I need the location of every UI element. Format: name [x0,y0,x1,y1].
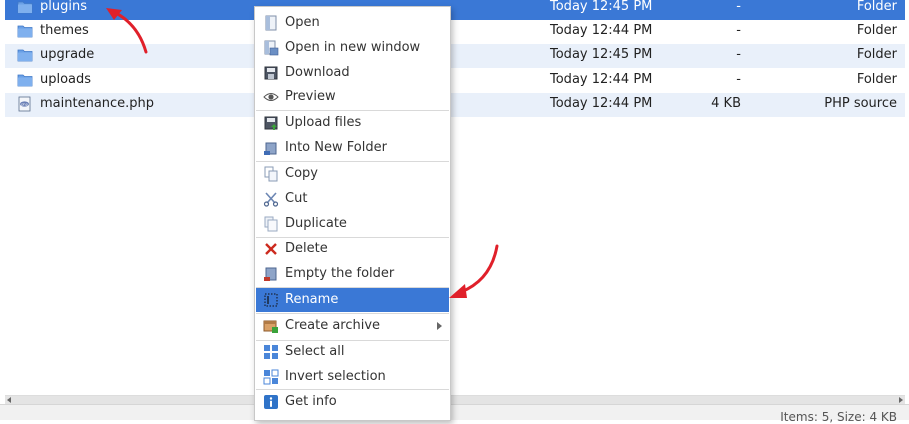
annotation-arrow-rename [449,244,499,298]
scroll-left-icon[interactable] [7,397,11,403]
file-row-maintenance-php[interactable]: php maintenance.php Today 12:44 PM 4 KB … [5,93,905,117]
rename-icon [264,293,278,307]
svg-text:php: php [21,102,27,106]
open-icon [265,15,277,31]
menu-item-label: Get info [285,394,337,409]
file-date: Today 12:44 PM [550,23,653,38]
menu-item-label: Rename [285,292,339,307]
file-size: - [736,0,741,14]
file-kind: Folder [856,72,897,87]
menu-item-cut[interactable]: Cut [256,187,449,211]
file-list: plugins Today 12:45 PM - Folder themes T… [5,0,905,117]
menu-item-into-new-folder[interactable]: Into New Folder [256,136,449,160]
upload-icon [264,116,278,130]
menu-item-select-all[interactable]: Select all [256,340,449,364]
folder-icon [17,25,33,38]
cut-icon [263,192,279,207]
menu-item-label: Preview [285,89,336,104]
menu-item-duplicate[interactable]: Duplicate [256,212,449,236]
menu-item-rename[interactable]: Rename [256,288,449,312]
file-size: - [736,23,741,38]
menu-item-copy[interactable]: Copy [256,162,449,186]
menu-item-download[interactable]: Download [256,61,449,85]
file-date: Today 12:44 PM [550,72,653,87]
menu-item-upload-files[interactable]: Upload files [256,111,449,135]
delete-icon [265,243,277,255]
file-name: upgrade [40,47,95,62]
menu-item-label: Upload files [285,115,362,130]
duplicate-icon [264,216,278,232]
archive-icon [263,320,278,333]
file-name: plugins [40,0,87,14]
into-new-folder-icon [264,142,277,155]
folder-icon [17,74,33,87]
menu-item-create-archive[interactable]: Create archive [256,314,449,338]
menu-item-label: Open [285,15,320,30]
file-row-themes[interactable]: themes Today 12:44 PM - Folder [5,20,905,44]
file-kind: Folder [856,23,897,38]
menu-item-label: Empty the folder [285,266,395,281]
preview-eye-icon [263,93,279,101]
file-row-upgrade[interactable]: upgrade Today 12:45 PM - Folder [5,44,905,68]
file-name: uploads [40,72,92,87]
menu-item-label: Delete [285,241,328,256]
menu-item-open[interactable]: Open [256,11,449,35]
menu-item-label: Copy [285,166,318,181]
menu-item-invert-selection[interactable]: Invert selection [256,365,449,389]
file-date: Today 12:45 PM [550,47,653,62]
menu-item-empty-folder[interactable]: Empty the folder [256,262,449,286]
php-file-icon: php [18,96,31,112]
menu-item-open-new-window[interactable]: Open in new window [256,36,449,60]
file-size: - [736,47,741,62]
file-row-uploads[interactable]: uploads Today 12:44 PM - Folder [5,69,905,93]
menu-item-preview[interactable]: Preview [256,85,449,109]
menu-item-get-info[interactable]: Get info [256,390,449,414]
info-icon [264,395,278,409]
invert-selection-icon [263,369,279,385]
menu-item-label: Invert selection [285,369,386,384]
menu-item-label: Into New Folder [285,140,387,155]
file-kind: PHP source [824,96,897,111]
menu-item-delete[interactable]: Delete [256,237,449,261]
file-date: Today 12:45 PM [550,0,653,14]
open-new-window-icon [264,40,279,56]
menu-item-label: Open in new window [285,40,421,55]
download-icon [264,66,278,80]
status-bar: Items: 5, Size: 4 KB [0,404,909,424]
menu-item-label: Download [285,65,350,80]
status-text: Items: 5, Size: 4 KB [780,410,897,424]
folder-icon [17,1,33,14]
select-all-icon [264,345,278,359]
file-kind: Folder [856,0,897,14]
file-size: 4 KB [711,96,741,111]
copy-icon [264,166,278,182]
context-menu: Open Open in new window Download Preview… [254,6,451,421]
scroll-right-icon[interactable] [899,397,903,403]
file-name: themes [40,23,89,38]
file-row-plugins[interactable]: plugins Today 12:45 PM - Folder [5,0,905,20]
folder-icon [17,49,33,62]
menu-item-label: Cut [285,191,308,206]
file-kind: Folder [856,47,897,62]
submenu-arrow-icon [437,322,442,330]
file-name: maintenance.php [40,96,155,111]
horizontal-scrollbar[interactable] [5,395,905,404]
menu-item-label: Select all [285,344,345,359]
empty-folder-icon [264,267,277,281]
menu-item-label: Create archive [285,318,381,333]
file-date: Today 12:44 PM [550,96,653,111]
file-size: - [736,72,741,87]
menu-item-label: Duplicate [285,216,347,231]
